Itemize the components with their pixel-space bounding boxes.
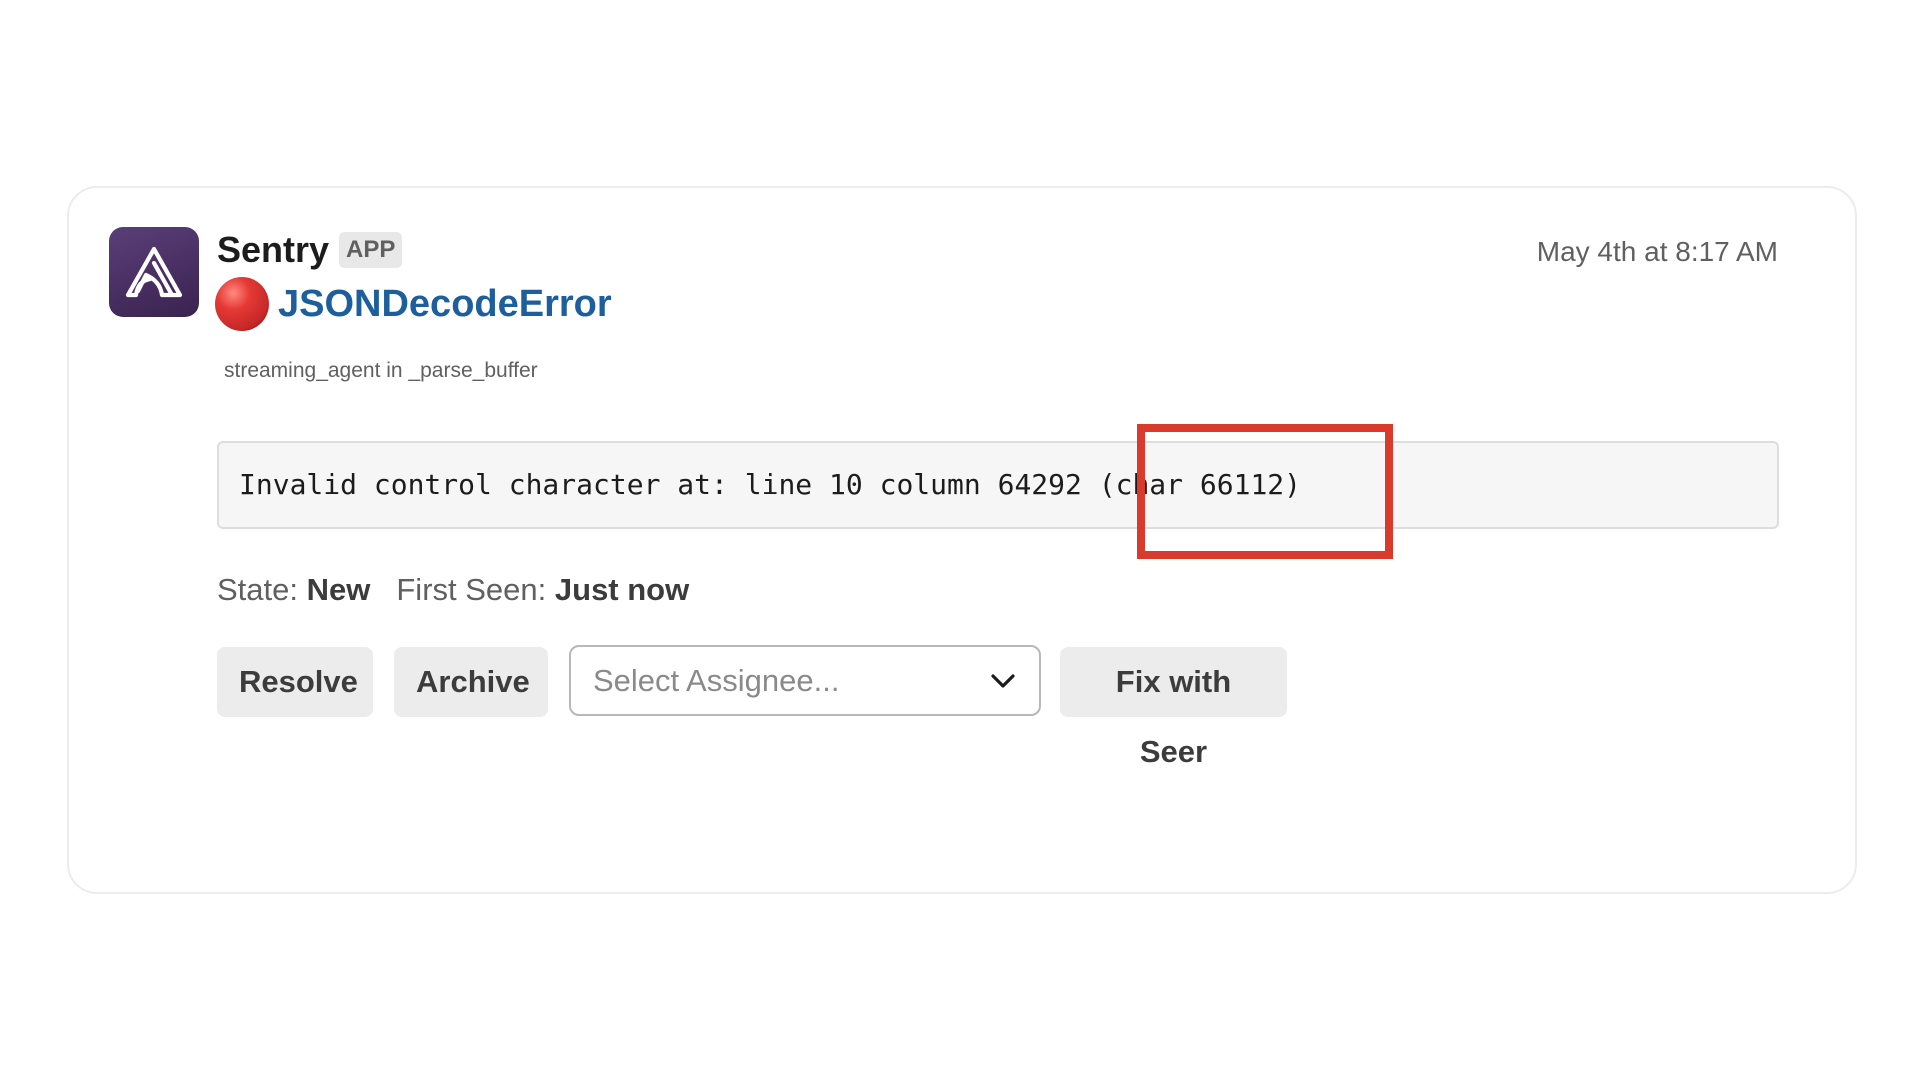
error-message-block: Invalid control character at: line 10 co… <box>217 441 1779 529</box>
state-value: New <box>306 572 371 607</box>
red-circle-icon <box>215 277 269 331</box>
chevron-down-icon <box>989 667 1017 695</box>
fix-with-seer-button[interactable]: Fix with Seer <box>1060 647 1287 769</box>
app-badge: APP <box>339 232 403 268</box>
archive-button[interactable]: Archive <box>394 647 548 717</box>
error-title-link[interactable]: JSONDecodeError <box>278 280 612 328</box>
assignee-select[interactable]: Select Assignee... <box>569 645 1041 716</box>
highlight-annotation <box>1137 424 1393 559</box>
error-title-row: JSONDecodeError <box>215 274 612 334</box>
app-name[interactable]: Sentry <box>217 228 329 272</box>
issue-meta: State: New First Seen: Just now <box>217 568 689 612</box>
error-culprit: streaming_agent in _parse_buffer <box>224 359 538 382</box>
sentry-message-card: Sentry APP May 4th at 8:17 AM JSONDecode… <box>67 186 1857 894</box>
first-seen-value: Just now <box>554 572 690 607</box>
state-label: State: <box>217 572 298 607</box>
assignee-placeholder: Select Assignee... <box>593 662 840 698</box>
first-seen-label: First Seen: <box>396 572 547 607</box>
message-timestamp[interactable]: May 4th at 8:17 AM <box>1537 232 1778 272</box>
sentry-logo-glyph <box>125 246 183 298</box>
resolve-button[interactable]: Resolve <box>217 647 373 717</box>
sentry-logo-icon[interactable] <box>109 227 199 317</box>
